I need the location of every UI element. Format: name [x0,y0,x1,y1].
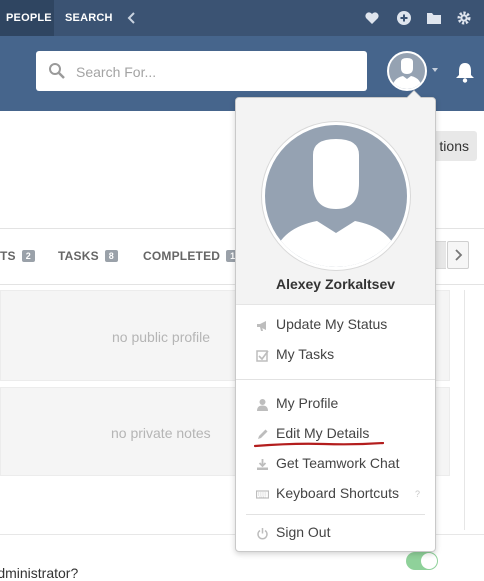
menu-divider [246,514,425,515]
scroll-rail [464,290,484,530]
nav-tab-people[interactable]: PEOPLE [0,0,54,36]
tab-scroll-next-button[interactable] [447,241,469,269]
avatar[interactable] [387,51,427,91]
person-icon [257,399,268,411]
tab-tasks[interactable]: TASKS 8 [58,249,118,263]
keyboard-icon [256,490,269,499]
chevron-left-icon[interactable] [126,9,138,27]
user-silhouette-icon [271,139,401,267]
chevron-right-icon [455,249,463,261]
menu-item-label: My Profile [276,395,339,411]
bell-icon[interactable] [455,61,475,83]
top-nav: PEOPLE SEARCH [0,0,484,36]
menu-arrow-inner [407,91,421,98]
shortcut-help-icon[interactable]: ? [415,489,420,499]
user-menu-header: Alexey Zorkaltsev [236,91,435,305]
pencil-icon [258,429,268,439]
annotation-underline [254,442,384,448]
user-menu: Alexey Zorkaltsev Update My Status My Ta… [235,90,436,552]
tab-label: COMPLETED [143,249,221,263]
search-icon [49,63,65,79]
gear-icon[interactable] [456,10,472,26]
menu-item-label: Edit My Details [276,425,370,441]
tab-item[interactable]: TS 2 [0,249,35,263]
profile-avatar[interactable] [262,122,410,270]
folder-icon[interactable] [426,10,442,26]
tab-label: TS [0,249,16,263]
user-silhouette-icon [392,58,422,89]
checkbox-icon [256,350,269,362]
menu-item-label: Get Teamwork Chat [276,455,400,471]
power-icon [257,528,268,540]
menu-divider [236,379,435,380]
megaphone-icon [257,321,266,331]
search-input[interactable] [74,57,358,87]
menu-item-label: My Tasks [276,346,335,362]
caret-down-icon[interactable] [432,68,438,72]
tab-badge: 8 [104,250,118,262]
tab-completed[interactable]: COMPLETED 1 [143,249,240,263]
public-profile-text: no public profile [112,329,211,345]
menu-item-label: Sign Out [276,524,331,540]
heart-icon[interactable] [364,10,380,26]
admin-toggle[interactable] [406,552,438,570]
private-notes-text: no private notes [111,425,211,441]
tab-badge: 2 [21,250,35,262]
tab-label: TASKS [58,249,99,263]
menu-item-label: Update My Status [276,316,388,332]
admin-question: Administrator? [0,565,79,581]
toggle-knob [421,553,437,569]
user-name: Alexey Zorkaltsev [275,276,396,292]
nav-tab-search[interactable]: SEARCH [65,0,113,36]
add-circle-icon[interactable] [396,10,412,26]
menu-item-label: Keyboard Shortcuts [276,485,399,501]
search-box[interactable] [36,51,367,91]
download-icon [257,459,268,470]
